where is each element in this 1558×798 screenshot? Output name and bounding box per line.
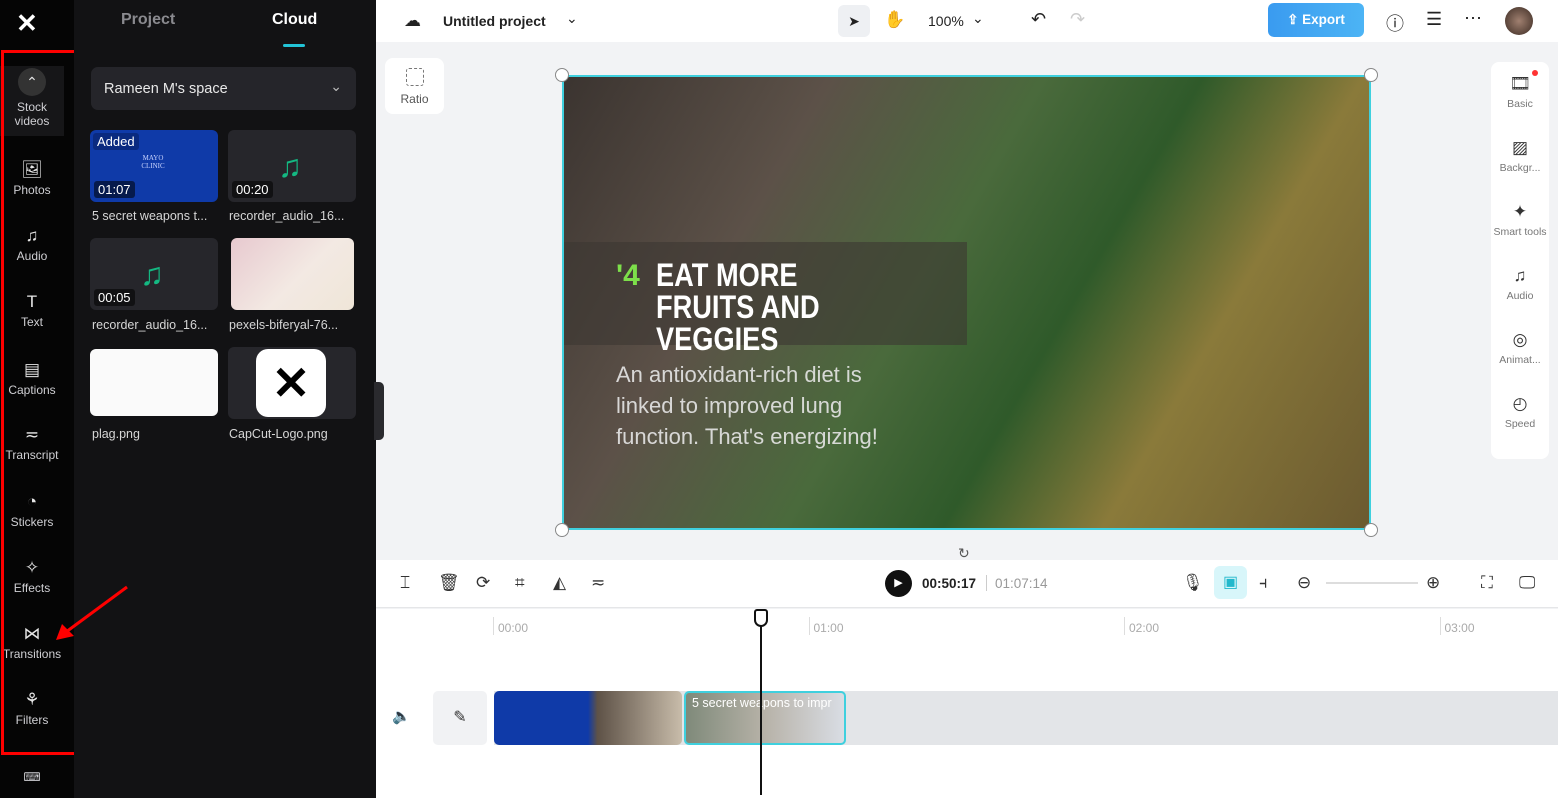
annotation-arrow	[56, 585, 128, 640]
